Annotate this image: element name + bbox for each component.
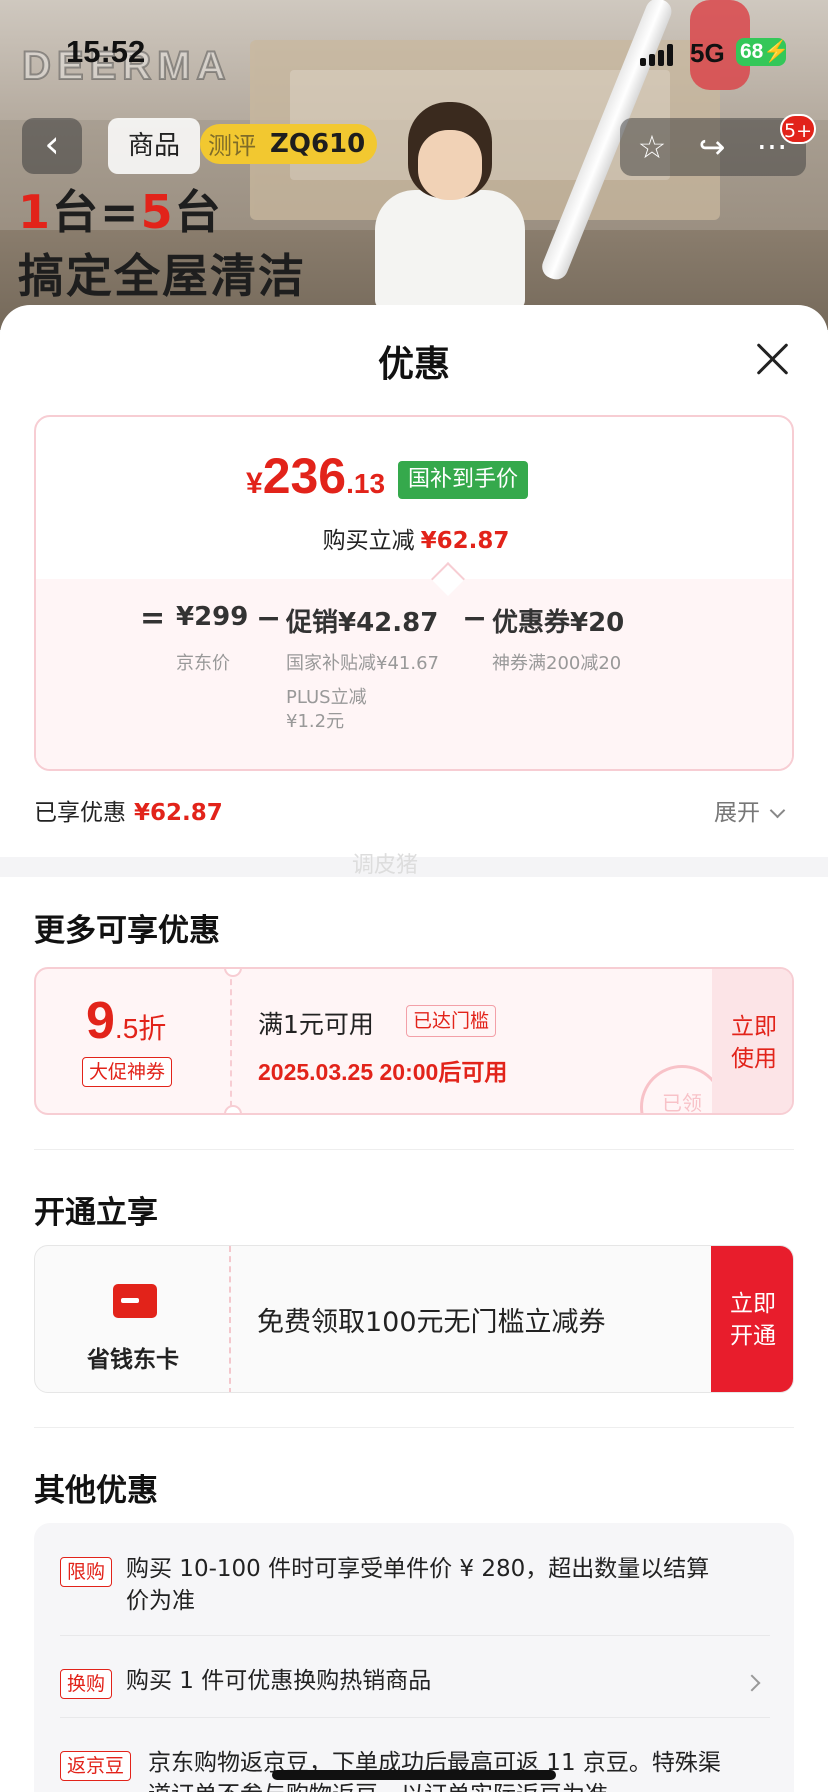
promo-sub-gov: 国家补贴减¥41.67 <box>286 653 439 674</box>
price-breakdown-card: ¥236.13 国补到手价 购买立减 ¥62.87 = ¥299 京东价 − 促销… <box>34 415 794 771</box>
section-title-other: 其他优惠 <box>34 1473 158 1509</box>
limit-tag: 限购 <box>60 1557 113 1587</box>
share-icon[interactable]: ↪ <box>692 128 732 168</box>
list-item[interactable]: 换购 购买 1 件可优惠换购热销商品 <box>60 1668 770 1703</box>
equals-sign: = <box>140 601 166 636</box>
jd-bean-tag: 返京豆 <box>60 1751 132 1781</box>
chevron-right-icon <box>743 1674 761 1692</box>
network-type: 5G <box>690 38 725 68</box>
signal-icon <box>640 44 678 66</box>
final-price: ¥236.13 <box>246 448 386 504</box>
threshold-reached-tag: 已达门槛 <box>406 1005 497 1037</box>
sheet-title: 优惠 <box>377 344 450 385</box>
nav-actions: ☆ ↪ ··· <box>620 118 806 176</box>
list-item: 限购 购买 10-100 件时可享受单件价 ¥ 280，超出数量以结算 价为准 <box>60 1556 770 1617</box>
enjoyed-discount: 已享优惠 ¥62.87 <box>34 800 223 826</box>
star-icon[interactable]: ☆ <box>632 128 672 168</box>
credit-card-icon <box>113 1284 157 1318</box>
chevron-down-icon <box>769 802 786 819</box>
expand-button[interactable]: 展开 <box>714 793 786 827</box>
limit-text: 购买 10-100 件时可享受单件价 ¥ 280，超出数量以结算 价为准 <box>126 1556 710 1614</box>
coupon-type-tag: 大促神券 <box>82 1057 173 1087</box>
gov-subsidy-tag: 国补到手价 <box>398 461 529 499</box>
tab-goods[interactable]: 商品 <box>108 118 200 174</box>
status-time: 15:52 <box>66 34 146 69</box>
battery-icon: 68⚡ <box>736 38 790 66</box>
coupon-discount: 9.5折 <box>86 992 167 1050</box>
other-discounts-list: 限购 购买 10-100 件时可享受单件价 ¥ 280，超出数量以结算 价为准 换… <box>34 1523 794 1792</box>
jd-price: ¥299 <box>176 602 249 632</box>
back-button[interactable]: ‹ <box>22 118 82 174</box>
open-now-button[interactable]: 立即 开通 <box>711 1246 793 1392</box>
coupon-sub: 神券满200减20 <box>492 653 622 674</box>
card-offer-desc: 免费领取100元无门槛立减券 <box>257 1307 606 1338</box>
discount-sheet: 优惠 ¥236.13 国补到手价 购买立减 ¥62.87 = ¥299 京东价 −… <box>0 305 828 1792</box>
watermark: 调皮猪 <box>352 853 419 878</box>
tab-review[interactable]: 测评 <box>208 126 256 161</box>
reduce-line: 购买立减 ¥62.87 <box>322 528 510 554</box>
promo-sub-plus: PLUS立减 <box>286 687 367 708</box>
hero-headline-1: 1台=5台 <box>18 185 223 239</box>
coupon-amount: 优惠券¥20 <box>492 608 625 638</box>
section-title-open: 开通立享 <box>34 1195 158 1231</box>
chevron-left-icon: ‹ <box>44 122 60 166</box>
savings-card-offer: 省钱东卡 免费领取100元无门槛立减券 立即 开通 <box>34 1245 794 1393</box>
notification-badge: 5+ <box>780 114 816 144</box>
status-bar: 15:52 5G 68⚡ <box>0 0 828 100</box>
promo-amount: 促销¥42.87 <box>286 608 439 638</box>
home-indicator[interactable] <box>272 1770 556 1780</box>
minus-sign: − <box>462 601 488 636</box>
coupon-card: 9.5折 大促神券 满1元可用 已达门槛 2025.03.25 20:00后可用… <box>34 967 794 1115</box>
close-icon[interactable] <box>754 341 790 377</box>
promo-sub-plus-amount: ¥1.2元 <box>286 711 345 732</box>
coupon-valid-time: 2025.03.25 20:00后可用 <box>258 1059 508 1085</box>
card-name: 省钱东卡 <box>87 1347 179 1373</box>
use-now-button[interactable]: 立即 使用 <box>712 969 792 1113</box>
exchange-text: 购买 1 件可优惠换购热销商品 <box>126 1668 432 1694</box>
minus-sign: − <box>256 601 282 636</box>
jd-price-label: 京东价 <box>176 653 230 674</box>
coupon-condition: 满1元可用 <box>258 1010 374 1039</box>
section-title-more: 更多可享优惠 <box>34 913 220 949</box>
hero-headline-2: 搞定全屋清洁 <box>18 249 306 303</box>
exchange-tag: 换购 <box>60 1669 113 1699</box>
